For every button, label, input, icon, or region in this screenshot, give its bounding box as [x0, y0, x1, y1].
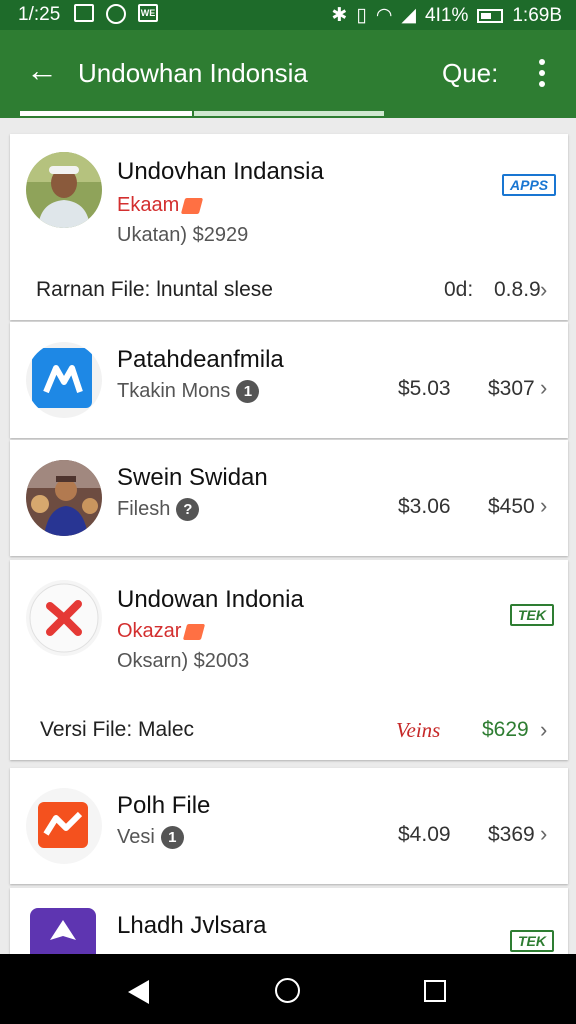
tab-indicator[interactable] — [194, 111, 384, 116]
item-title: Polh File — [117, 792, 211, 819]
chevron-right-icon[interactable]: › — [540, 277, 547, 303]
price-old: $3.06 — [398, 495, 451, 518]
avatar — [26, 460, 102, 536]
price: $629 — [482, 718, 529, 741]
item-title: Undovhan Indansia — [117, 158, 324, 185]
info-icon: 1 — [236, 380, 260, 404]
battery-percent: 4I1% — [425, 4, 469, 26]
tab-indicator-active[interactable] — [20, 111, 192, 116]
item-subtitle: Tkakin Mons 1 — [117, 380, 260, 404]
battery-icon — [477, 8, 504, 23]
file-label: Rarnan File: lnuntal slese — [36, 278, 273, 301]
price: $450 — [488, 495, 535, 518]
price: 0.8.9 — [494, 278, 541, 301]
price: $369 — [488, 823, 535, 846]
status-bar: 1/:25 WE ✱ ▯ ◠ ◢ 4I1% 1:69B — [0, 0, 576, 30]
list-item[interactable]: Lhadh Jvlsara TEK — [10, 888, 568, 954]
query-button[interactable]: Que: — [442, 58, 498, 89]
item-subtitle: Filesh? — [117, 498, 200, 522]
item-title: Undowan Indonia — [117, 586, 304, 613]
status-clock: 1:69B — [512, 4, 562, 26]
item-title: Lhadh Jvlsara — [117, 912, 267, 939]
app-notification-icon: WE — [138, 4, 158, 22]
app-badge: TEK — [510, 604, 554, 626]
navigation-bar — [0, 954, 576, 1024]
bluetooth-icon: ✱ — [331, 5, 348, 26]
price-old: 0d: — [444, 278, 474, 301]
flag-icon — [183, 623, 206, 640]
file-label: Versi File: Malec — [40, 718, 195, 741]
item-meta: Ukatan) $2929 — [117, 224, 249, 246]
version-link[interactable]: Veins — [396, 718, 440, 743]
wifi-icon: ◠ — [375, 5, 393, 26]
notification-icon — [74, 4, 94, 22]
price-old: $4.09 — [398, 823, 451, 846]
list-item[interactable]: Polh File Vesi 1 $4.09 $369 › — [10, 768, 568, 884]
app-badge: TEK — [510, 930, 554, 952]
list-item[interactable]: Undowan Indonia Okazar Oksarn) $2003 TEK… — [10, 560, 568, 760]
item-subtitle: Okazar — [117, 620, 206, 643]
chevron-right-icon[interactable]: › — [540, 493, 547, 519]
item-subtitle: Vesi 1 — [117, 826, 184, 850]
nav-recent-icon[interactable] — [424, 980, 446, 1002]
page-title: Undowhan Indonsia — [78, 58, 308, 88]
status-time: 1/:25 — [18, 4, 61, 25]
item-meta: Oksarn) $2003 — [117, 650, 250, 672]
list-item[interactable]: Swein Swidan Filesh? $3.06 $450 › — [10, 440, 568, 556]
price: $307 — [488, 377, 535, 400]
flag-icon — [181, 197, 204, 214]
sync-icon — [106, 4, 126, 24]
nav-home-icon[interactable] — [275, 978, 300, 1003]
back-arrow-icon[interactable]: ← — [26, 52, 58, 88]
signal-icon: ◢ — [401, 5, 417, 26]
app-icon — [26, 580, 102, 656]
app-badge: APPS — [502, 174, 557, 196]
avatar — [26, 152, 102, 228]
more-vert-icon[interactable] — [530, 56, 554, 90]
chevron-right-icon[interactable]: › — [540, 717, 547, 743]
list-item[interactable]: Patahdeanfmila Tkakin Mons 1 $5.03 $307 › — [10, 322, 568, 438]
app-icon — [26, 342, 102, 418]
list-item[interactable]: Undovhan Indansia Ekaam Ukatan) $2929 AP… — [10, 134, 568, 320]
app-icon — [26, 788, 102, 864]
vibrate-icon: ▯ — [356, 5, 367, 26]
app-icon — [30, 908, 96, 954]
item-title: Swein Swidan — [117, 464, 268, 491]
nav-back-icon[interactable] — [128, 980, 149, 1004]
item-subtitle: Ekaam — [117, 194, 204, 217]
item-title: Patahdeanfmila — [117, 346, 284, 373]
info-icon: 1 — [160, 826, 184, 850]
help-icon: ? — [176, 498, 200, 522]
chevron-right-icon[interactable]: › — [540, 821, 547, 847]
app-bar: ← Undowhan Indonsia Que: — [0, 30, 576, 118]
price-old: $5.03 — [398, 377, 451, 400]
chevron-right-icon[interactable]: › — [540, 375, 547, 401]
